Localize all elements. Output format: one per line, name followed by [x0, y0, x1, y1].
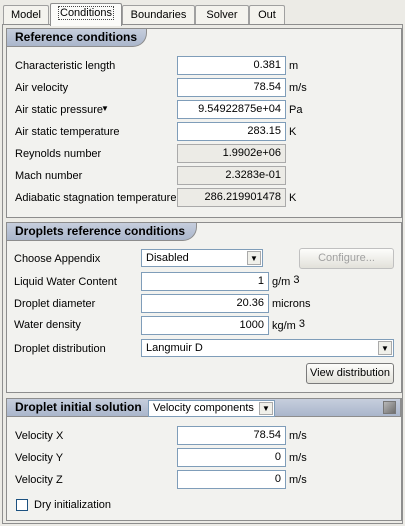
droplets-reference-conditions-title: Droplets reference conditions [7, 223, 197, 241]
air-velocity-unit: m/s [289, 82, 307, 94]
adiabatic-stagnation-temperature-field: 286.219901478 [177, 188, 286, 207]
droplets-reference-conditions-group: Droplets reference conditions Choose App… [6, 222, 402, 393]
droplet-diameter-label: Droplet diameter [14, 298, 96, 310]
air-static-temperature-label: Air static temperature [15, 126, 120, 138]
tab-out[interactable]: Out [249, 5, 285, 25]
characteristic-length-field[interactable]: 0.381 [177, 56, 286, 75]
lwc-unit-exponent: 3 [293, 274, 300, 286]
tab-conditions-label: Conditions [58, 6, 114, 20]
density-unit-base: kg/m [272, 320, 296, 332]
droplet-distribution-label: Droplet distribution [14, 343, 106, 355]
velocity-y-unit: m/s [289, 452, 307, 464]
cube-icon[interactable] [383, 401, 396, 414]
characteristic-length-unit: m [289, 60, 299, 72]
lwc-unit-base: g/m [272, 276, 291, 288]
air-static-temperature-field[interactable]: 283.15 [177, 122, 286, 141]
tab-panel-conditions: Reference conditions Characteristic leng… [2, 24, 403, 524]
reynolds-number-label: Reynolds number [15, 148, 102, 160]
liquid-water-content-field[interactable]: 1 [141, 272, 269, 291]
droplet-initial-solution-group: Droplet initial solution Velocity compon… [6, 398, 402, 521]
pressure-dropdown-icon[interactable]: ▼ [101, 102, 109, 116]
mach-number-field: 2.3283e-01 [177, 166, 286, 185]
velocity-z-unit: m/s [289, 474, 307, 486]
initial-solution-mode-select[interactable]: Velocity components ▼ [148, 400, 275, 417]
liquid-water-content-unit: g/m 3 [272, 274, 300, 289]
chevron-down-icon: ▼ [378, 341, 392, 355]
velocity-x-label: Velocity X [15, 430, 64, 442]
velocity-x-unit: m/s [289, 430, 307, 442]
air-static-pressure-label: Air static pressure [15, 104, 104, 116]
liquid-water-content-label: Liquid Water Content [14, 276, 117, 288]
droplet-initial-solution-title: Droplet initial solution [15, 400, 142, 414]
tab-boundaries[interactable]: Boundaries [122, 5, 195, 25]
dry-initialization-checkbox[interactable] [16, 499, 28, 511]
velocity-z-label: Velocity Z [15, 474, 63, 486]
droplet-diameter-field[interactable]: 20.36 [141, 294, 269, 313]
air-static-pressure-field[interactable]: 9.54922875e+04 [177, 100, 286, 119]
appendix-select-value: Disabled [146, 252, 189, 264]
mach-number-label: Mach number [15, 170, 83, 182]
velocity-y-field[interactable]: 0 [177, 448, 286, 467]
water-density-field[interactable]: 1000 [141, 316, 269, 335]
chevron-down-icon: ▼ [247, 251, 261, 265]
view-distribution-button[interactable]: View distribution [306, 363, 394, 384]
air-static-pressure-unit: Pa [289, 104, 303, 116]
velocity-y-label: Velocity Y [15, 452, 64, 464]
velocity-x-field[interactable]: 78.54 [177, 426, 286, 445]
tab-model[interactable]: Model [3, 5, 49, 25]
droplet-diameter-unit: microns [272, 298, 311, 310]
initial-solution-mode-value: Velocity components [153, 402, 254, 414]
choose-appendix-label: Choose Appendix [14, 253, 101, 265]
appendix-select[interactable]: Disabled ▼ [141, 249, 263, 267]
air-velocity-label: Air velocity [15, 82, 69, 94]
reference-conditions-title: Reference conditions [7, 29, 147, 47]
reference-conditions-group: Reference conditions Characteristic leng… [6, 28, 402, 218]
dry-initialization-label: Dry initialization [34, 499, 112, 511]
adiabatic-stagnation-temperature-label: Adiabatic stagnation temperature [15, 192, 177, 204]
configure-button[interactable]: Configure... [299, 248, 394, 269]
characteristic-length-label: Characteristic length [15, 60, 116, 72]
droplet-distribution-value: Langmuir D [146, 342, 203, 354]
water-density-label: Water density [14, 319, 81, 331]
air-static-temperature-unit: K [289, 126, 297, 138]
reynolds-number-field: 1.9902e+06 [177, 144, 286, 163]
droplet-distribution-select[interactable]: Langmuir D ▼ [141, 339, 394, 357]
chevron-down-icon: ▼ [259, 402, 273, 415]
air-velocity-field[interactable]: 78.54 [177, 78, 286, 97]
velocity-z-field[interactable]: 0 [177, 470, 286, 489]
density-unit-exponent: 3 [298, 318, 306, 330]
tab-conditions[interactable]: Conditions [50, 3, 122, 26]
tab-solver[interactable]: Solver [195, 5, 249, 25]
adiabatic-stagnation-temperature-unit: K [289, 192, 297, 204]
water-density-unit: kg/m 3 [272, 318, 306, 333]
